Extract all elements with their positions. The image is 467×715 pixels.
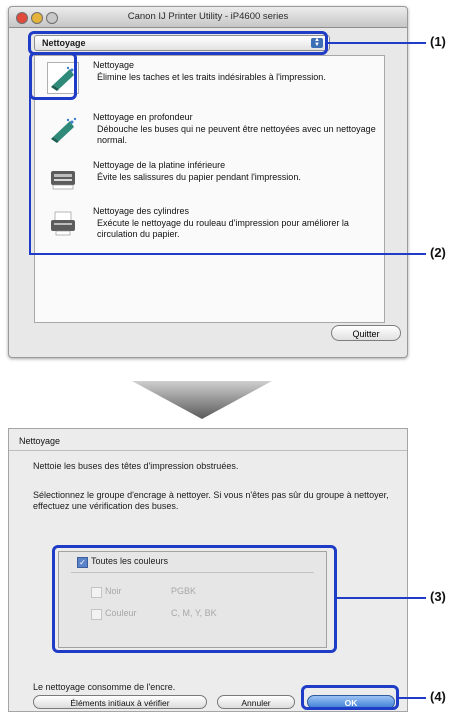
item-title: Nettoyage des cylindres [93,206,190,216]
list-item-cleaning[interactable]: Nettoyage Élimine les taches et les trai… [35,58,384,102]
callout-1-line [328,42,426,44]
roller-cleaning-icon[interactable] [47,208,79,240]
callout-4-line [399,697,426,699]
item-description: Débouche les buses qui ne peuvent être n… [97,124,376,145]
callout-2-line [29,253,426,255]
callout-2-label: (2) [430,245,446,260]
callout-3-line [337,597,426,599]
bottom-plate-cleaning-icon[interactable] [47,162,79,194]
dialog-text-1: Nettoie les buses des têtes d'impression… [33,461,239,471]
list-item-deep-cleaning[interactable]: Nettoyage en profondeur Débouche les bus… [35,110,384,154]
item-description: Élimine les taches et les traits indésir… [97,72,326,82]
item-title: Nettoyage en profondeur [93,112,193,122]
callout-4-label: (4) [430,689,446,704]
item-title: Nettoyage de la platine inférieure [93,160,226,170]
dialog-title: Nettoyage [19,436,61,446]
list-item-roller-cleaning[interactable]: Nettoyage des cylindres Exécute le netto… [35,204,384,248]
dialog-divider [9,450,407,451]
item-description: Exécute le nettoyage du rouleau d'impres… [97,218,349,239]
ink-consumption-note: Le nettoyage consomme de l'encre. [33,682,176,692]
callout-4-highlight [301,685,399,710]
callout-1-label: (1) [430,34,446,49]
callout-2-vertical-line [29,76,31,254]
window-title: Canon IJ Printer Utility - iP4600 series [127,11,289,22]
cancel-button[interactable]: Annuler [217,695,295,709]
callout-3-label: (3) [430,589,446,604]
item-title: Nettoyage [93,60,135,70]
callout-2-highlight [29,52,77,100]
deep-cleaning-icon[interactable] [47,114,79,146]
down-arrow-icon [132,381,272,419]
callout-3-highlight [52,545,337,653]
list-item-bottom-plate-cleaning[interactable]: Nettoyage de la platine inférieure Évite… [35,158,384,202]
initial-check-items-button[interactable]: Éléments initiaux à vérifier [33,695,207,709]
dialog-text-2: Sélectionnez le groupe d'encrage à netto… [33,490,389,511]
item-description: Évite les salissures du papier pendant l… [97,172,301,182]
maintenance-list: Nettoyage Élimine les taches et les trai… [34,55,385,323]
title-bar: Canon IJ Printer Utility - iP4600 series [9,7,407,28]
quit-button[interactable]: Quitter [331,325,401,341]
